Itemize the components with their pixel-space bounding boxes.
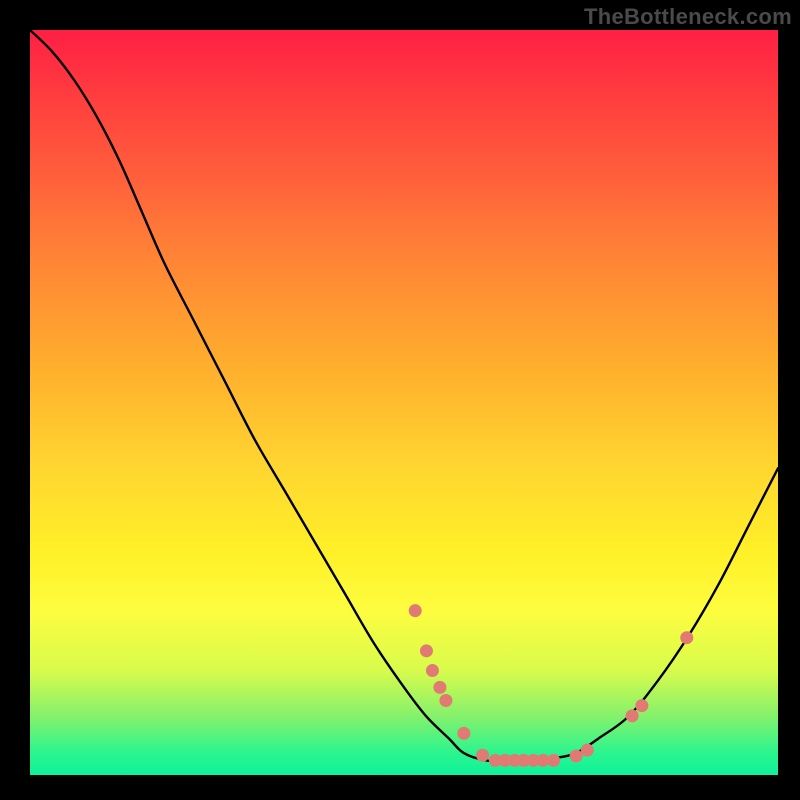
plot-area	[30, 30, 778, 775]
highlight-dot	[581, 744, 594, 757]
highlight-dot	[457, 727, 470, 740]
highlight-dot	[626, 709, 639, 722]
highlight-dot	[439, 694, 452, 707]
chart-stage: TheBottleneck.com	[0, 0, 800, 800]
highlight-dot	[433, 681, 446, 694]
bottleneck-curve	[30, 30, 778, 761]
bottleneck-curve-svg	[30, 30, 778, 775]
highlight-dot	[409, 604, 422, 617]
highlight-dot	[570, 750, 583, 763]
highlight-dot	[476, 749, 489, 762]
highlight-dot	[547, 754, 560, 767]
highlight-dot	[420, 644, 433, 657]
highlight-dot	[680, 631, 693, 644]
highlight-dot	[426, 664, 439, 677]
highlight-dot	[635, 699, 648, 712]
attribution-link[interactable]: TheBottleneck.com	[584, 4, 792, 30]
